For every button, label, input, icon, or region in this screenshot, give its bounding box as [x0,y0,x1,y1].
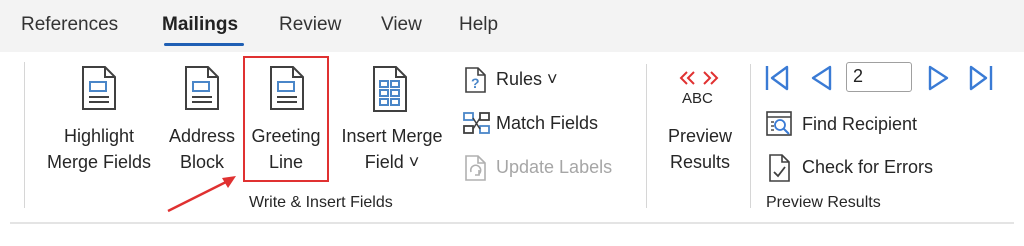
check-for-errors-button[interactable]: Check for Errors [766,153,956,183]
preview-group-label: Preview Results [766,194,881,211]
find-recipient-button[interactable]: Find Recipient [766,110,936,140]
preview-label-line1: Preview [667,126,733,146]
match-fields-label: Match Fields [496,113,599,133]
update-labels-button[interactable]: Update Labels [462,154,632,182]
rules-icon: ? [465,67,486,93]
highlight-fields-icon [82,66,116,110]
next-record-icon[interactable] [926,64,952,92]
highlight-label-line2: Merge Fields [46,152,152,172]
find-recipient-icon [766,111,792,136]
update-labels-icon [465,155,486,181]
tab-view[interactable]: View [381,14,422,36]
abc-label: ABC [682,90,713,107]
tab-references[interactable]: References [21,14,118,36]
preview-label-line2: Results [669,152,731,172]
write-insert-group-label: Write & Insert Fields [249,194,393,211]
tab-mailings[interactable]: Mailings [162,14,238,36]
last-record-icon[interactable] [968,64,996,92]
tab-review[interactable]: Review [279,14,341,36]
find-recipient-label: Find Recipient [802,114,918,134]
check-errors-icon [769,154,790,182]
match-fields-icon [463,112,490,134]
first-record-icon[interactable] [764,64,790,92]
svg-text:?: ? [471,75,480,91]
previous-record-icon[interactable] [808,64,834,92]
active-tab-indicator [164,43,244,46]
preview-results-button[interactable]: ABC Preview Results [660,60,740,220]
group-separator-left [24,62,25,208]
ribbon-tab-bar: References Mailings Review View Help [0,0,1024,52]
group-separator-inner [750,64,751,208]
rules-button[interactable]: ? Rules ˅ [462,66,572,94]
update-labels-label: Update Labels [496,157,613,177]
red-highlight-box [243,56,329,182]
insert-merge-label-line1: Insert Merge [341,126,443,146]
record-number-input[interactable]: 2 [846,62,912,92]
highlight-merge-fields-button[interactable]: Highlight Merge Fields [42,60,156,220]
red-arrow-annotation [167,176,236,213]
group-separator [646,64,647,208]
insert-merge-field-icon [373,66,407,112]
address-block-icon [185,66,219,110]
highlight-label-line1: Highlight [63,126,135,146]
insert-merge-label-line2: Field ˅ [364,152,420,172]
ribbon-bottom-edge [10,222,1014,224]
address-label-line1: Address [168,126,236,146]
tab-help[interactable]: Help [459,14,498,36]
match-fields-button[interactable]: Match Fields [462,110,622,138]
preview-chevrons-icon [679,71,719,85]
rules-label: Rules ˅ [496,69,558,89]
check-errors-label: Check for Errors [802,157,934,177]
